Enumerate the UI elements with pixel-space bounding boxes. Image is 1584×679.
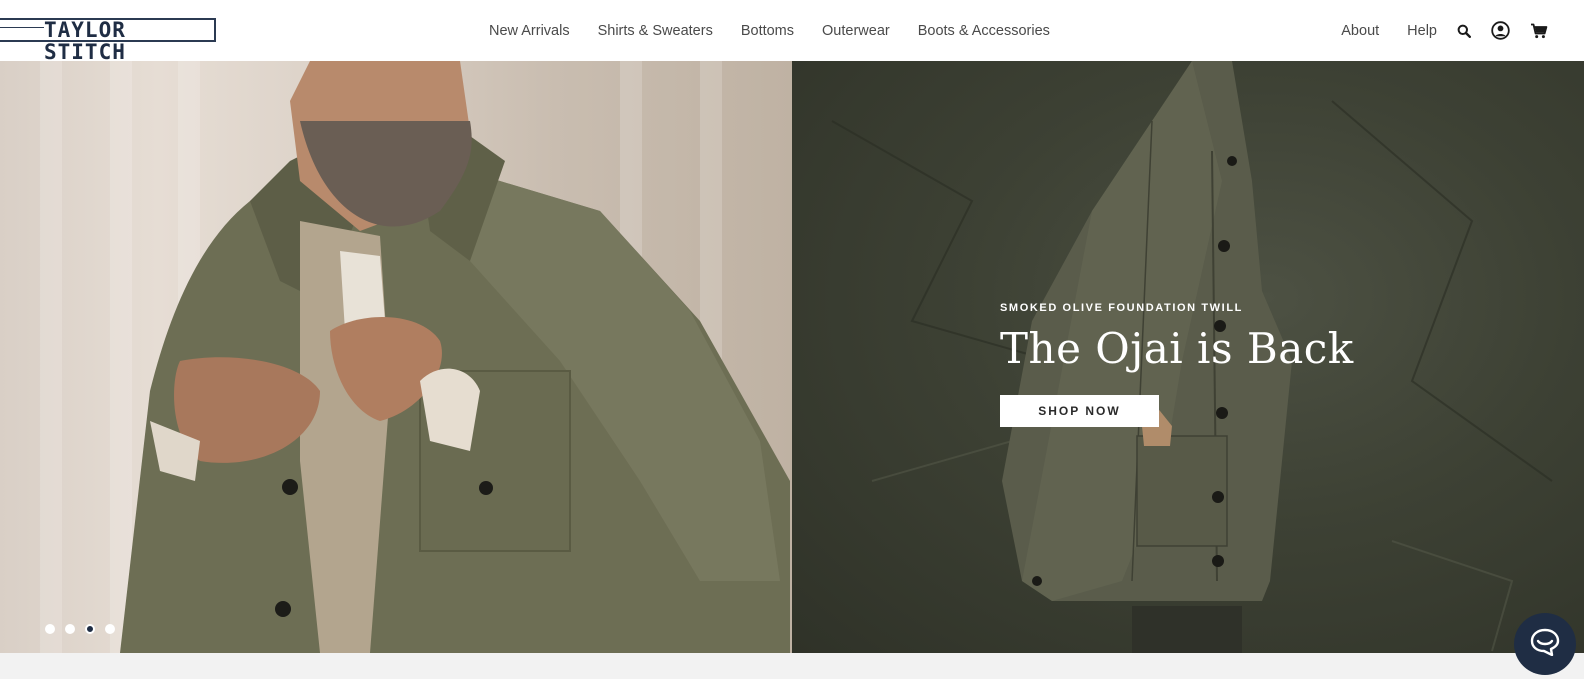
hero-carousel: SMOKED OLIVE FOUNDATION TWILL The Ojai i… [0,61,1584,653]
search-icon[interactable] [1457,24,1471,38]
hero-lifestyle-image [0,61,792,653]
cart-icon[interactable] [1530,23,1548,39]
hero-eyebrow: SMOKED OLIVE FOUNDATION TWILL [1000,302,1243,314]
account-icon[interactable] [1491,21,1510,40]
chat-icon [1530,628,1560,661]
carousel-dots [45,624,115,634]
nav-help[interactable]: Help [1407,23,1437,39]
hero-headline: The Ojai is Back [1000,324,1354,373]
logo-rule [0,27,44,28]
utility-nav: About Help [1313,0,1548,61]
hero-copy: SMOKED OLIVE FOUNDATION TWILL The Ojai i… [1000,302,1354,427]
nav-new-arrivals[interactable]: New Arrivals [489,23,570,39]
carousel-dot-2[interactable] [65,624,75,634]
nav-boots-accessories[interactable]: Boots & Accessories [918,23,1050,39]
main-nav: New Arrivals Shirts & Sweaters Bottoms O… [489,0,1078,61]
nav-outerwear[interactable]: Outerwear [822,23,890,39]
shop-now-button[interactable]: SHOP NOW [1000,395,1159,427]
carousel-dot-4[interactable] [105,624,115,634]
carousel-dot-3[interactable] [85,624,95,634]
site-header: TAYLOR STITCH New Arrivals Shirts & Swea… [0,0,1584,63]
carousel-dot-1[interactable] [45,624,55,634]
brand-logo[interactable]: TAYLOR STITCH [0,18,216,63]
chat-launcher[interactable] [1514,613,1576,675]
nav-bottoms[interactable]: Bottoms [741,23,794,39]
logo-text: TAYLOR STITCH [44,18,126,64]
nav-shirts-sweaters[interactable]: Shirts & Sweaters [598,23,713,39]
nav-about[interactable]: About [1341,23,1379,39]
